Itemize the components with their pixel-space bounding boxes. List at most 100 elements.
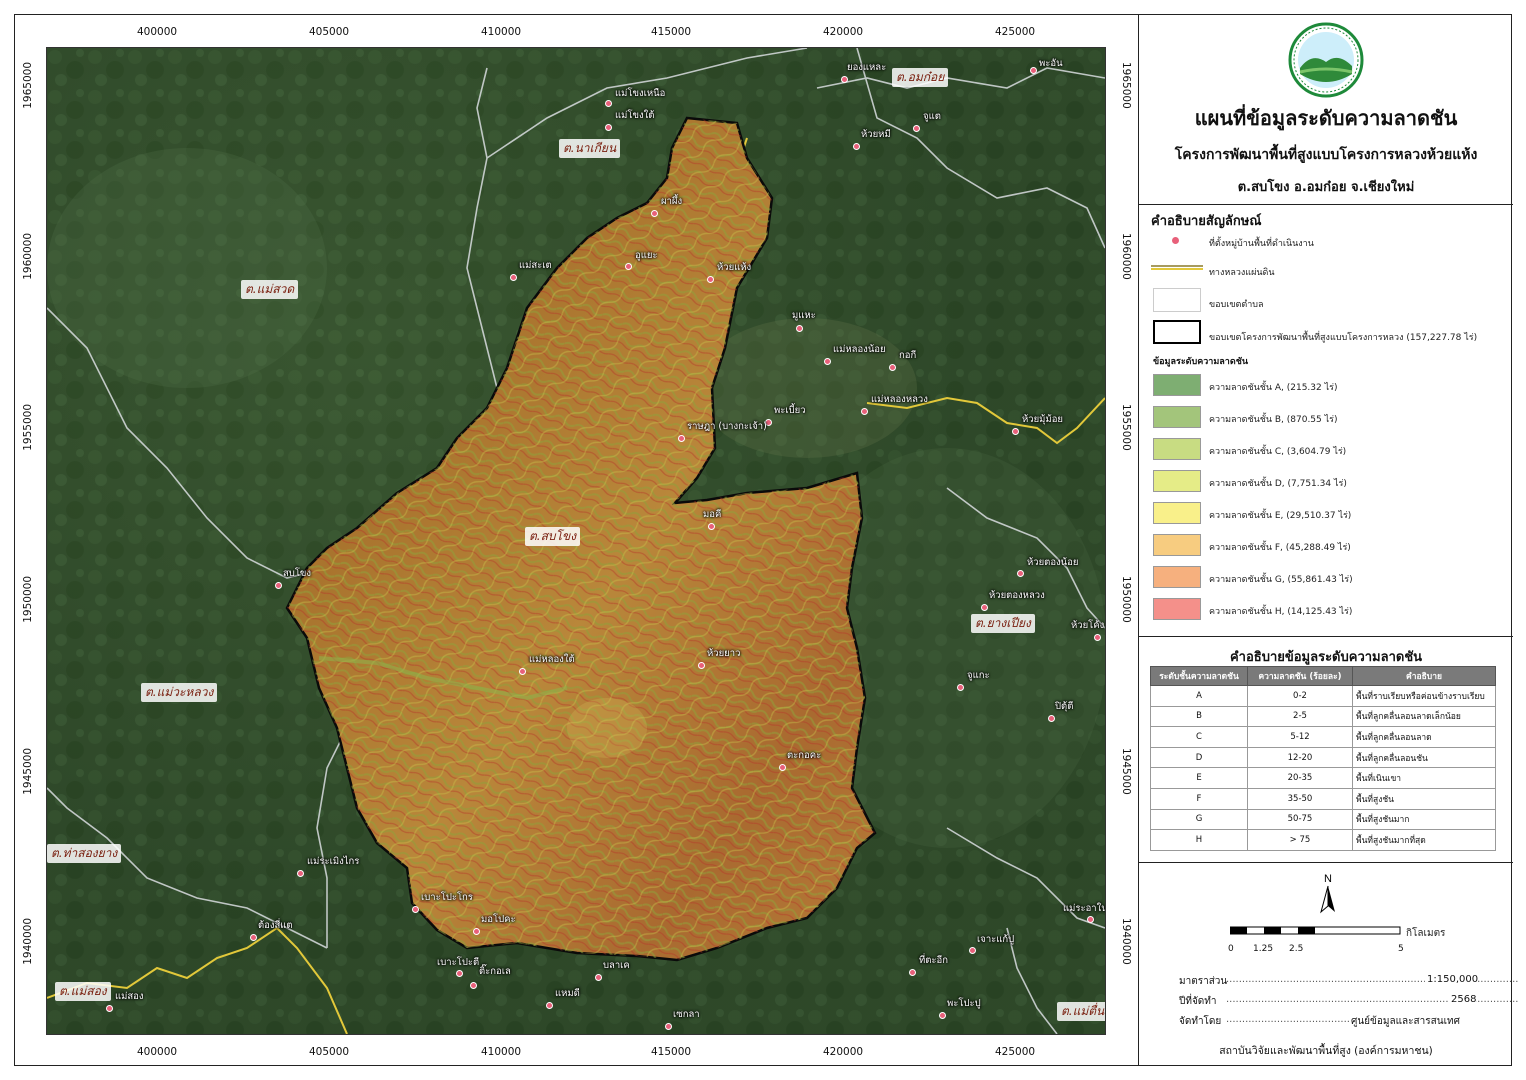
village-marker-icon[interactable] (939, 1012, 946, 1019)
village-marker-icon[interactable] (665, 1023, 672, 1030)
village-marker-icon[interactable] (651, 210, 658, 217)
village-marker-icon[interactable] (1094, 634, 1101, 641)
village-label: ห้วยยาว (707, 648, 741, 659)
x-coord-top: 405000 (309, 26, 350, 38)
slope-class-label: ความลาดชันชั้น B, (870.55 ไร่) (1209, 415, 1338, 425)
village-marker-icon[interactable] (546, 1002, 553, 1009)
village-marker-icon[interactable] (861, 408, 868, 415)
village-marker-icon[interactable] (106, 1005, 113, 1012)
village-marker-icon[interactable] (1030, 67, 1037, 74)
village-marker-icon[interactable] (957, 684, 964, 691)
slope-class-swatch (1153, 598, 1201, 620)
table-header: คำอธิบาย (1352, 666, 1496, 686)
village-label: แม่สอง (115, 991, 144, 1002)
table-row: F 35-50 พื้นที่สูงชัน (1150, 787, 1496, 810)
village-marker-icon[interactable] (1012, 428, 1019, 435)
village-label: ห้วยมุ้ม้อย (1022, 414, 1063, 425)
scalebar-unit: กิโลเมตร (1406, 928, 1446, 939)
divider (1139, 636, 1513, 637)
village-label: ราษฎา (บางกะเจ้า) (687, 421, 767, 432)
year-label: ปีที่จัดทำ (1179, 996, 1217, 1007)
village-marker-icon[interactable] (473, 928, 480, 935)
village-label: กอกี (899, 350, 917, 361)
slope-class-label: ความลาดชันชั้น A, (215.32 ไร่) (1209, 383, 1338, 393)
side-panel: แผนที่ข้อมูลระดับความลาดชัน โครงการพัฒนา… (1138, 14, 1518, 1066)
village-marker-icon[interactable] (1048, 715, 1055, 722)
village-marker-icon[interactable] (1087, 916, 1094, 923)
village-marker-icon[interactable] (519, 668, 526, 675)
table-header: ระดับชั้นความลาดชัน (1150, 666, 1248, 686)
year-value: 2568 (1449, 994, 1477, 1005)
village-marker-icon[interactable] (708, 523, 715, 530)
subdistrict-label: ต.สบโขง (525, 527, 581, 546)
slope-class-swatch (1153, 374, 1201, 396)
table-cell: 2-5 (1247, 705, 1353, 728)
village-marker-icon[interactable] (796, 325, 803, 332)
village-marker-icon[interactable] (779, 764, 786, 771)
scalebar-label: 0 (1228, 944, 1234, 954)
table-row: G 50-75 พื้นที่สูงชันมาก (1150, 808, 1496, 831)
table-cell: A (1150, 685, 1248, 707)
table-cell: พื้นที่เนินเขา (1352, 767, 1496, 789)
village-marker-icon[interactable] (250, 934, 257, 941)
village-label: พะโปะปู (947, 998, 981, 1009)
village-marker-icon[interactable] (889, 364, 896, 371)
village-label: อูแยะ (635, 250, 658, 261)
village-marker-icon[interactable] (605, 100, 612, 107)
village-marker-icon[interactable] (470, 982, 477, 989)
by-label: จัดทำโดย (1179, 1016, 1222, 1027)
table-cell: 50-75 (1247, 808, 1353, 831)
village-marker-icon[interactable] (824, 358, 831, 365)
x-coord-bottom: 410000 (481, 1046, 522, 1058)
map-canvas[interactable]: ต.นาเกียน ต.อมก๋อย ต.แม่สวด ต.สบโขง ต.แม… (46, 47, 1106, 1035)
table-cell: พื้นที่ลูกคลื่นลอนลาด (1352, 726, 1496, 748)
village-marker-icon[interactable] (707, 276, 714, 283)
village-marker-icon[interactable] (969, 947, 976, 954)
village-marker-icon[interactable] (412, 906, 419, 913)
village-label: แม่หลองหลวง (871, 394, 928, 405)
village-marker-icon[interactable] (678, 435, 685, 442)
y-coord-right: 1950000 (1120, 576, 1132, 623)
table-cell: 0-2 (1247, 685, 1353, 707)
y-coord-left: 1965000 (22, 62, 34, 109)
village-marker-icon[interactable] (841, 76, 848, 83)
table-row: B 2-5 พื้นที่ลูกคลื่นลอนลาดเล็กน้อย (1150, 705, 1496, 728)
table-cell: F (1150, 787, 1248, 810)
village-marker-icon[interactable] (981, 604, 988, 611)
subdistrict-label: ต.แม่ตื่น (1057, 1002, 1105, 1021)
village-label: แม่โขงใต้ (615, 110, 655, 121)
subdistrict-symbol-icon (1153, 288, 1201, 312)
village-marker-icon[interactable] (275, 582, 282, 589)
table-row: A 0-2 พื้นที่ราบเรียบหรือค่อนข้างราบเรียบ (1150, 685, 1496, 707)
village-marker-icon[interactable] (909, 969, 916, 976)
subdistrict-label: ต.แม่สวด (241, 280, 299, 299)
y-coord-left: 1955000 (22, 404, 34, 451)
village-marker-icon[interactable] (605, 124, 612, 131)
legend-highway: ทางหลวงแผ่นดิน (1209, 268, 1275, 278)
village-label: เซกลา (673, 1009, 700, 1020)
legend-project: ขอบเขตโครงการพัฒนาพื้นที่สูงแบบโครงการหล… (1209, 333, 1478, 343)
table-cell: H (1150, 829, 1248, 851)
village-marker-icon[interactable] (853, 143, 860, 150)
slope-class-label: ความลาดชันชั้น D, (7,751.34 ไร่) (1209, 479, 1347, 489)
legend-village: ที่ตั้งหมู่บ้านพื้นที่ดำเนินงาน (1209, 239, 1314, 249)
table-cell: พื้นที่ลูกคลื่นลอนลาดเล็กน้อย (1352, 705, 1496, 728)
table-cell: พื้นที่ลูกคลื่นลอนชัน (1352, 746, 1496, 769)
village-marker-icon[interactable] (595, 974, 602, 981)
village-marker-icon[interactable] (913, 125, 920, 132)
subdistrict-label: ต.นาเกียน (559, 139, 621, 158)
slope-class-swatch (1153, 502, 1201, 524)
scalebar (1230, 926, 1401, 935)
village-marker-icon[interactable] (297, 870, 304, 877)
village-marker-icon[interactable] (625, 263, 632, 270)
village-marker-icon[interactable] (1017, 570, 1024, 577)
village-label: ต้องสี่แต (258, 920, 293, 931)
village-marker-icon[interactable] (456, 970, 463, 977)
location-text: ต.สบโขง อ.อมก๋อย จ.เชียงใหม่ (1237, 180, 1415, 195)
table-cell: 12-20 (1247, 746, 1353, 769)
village-label: จูแต (923, 111, 941, 122)
village-marker-icon[interactable] (510, 274, 517, 281)
village-marker-icon[interactable] (698, 662, 705, 669)
village-label: แม่หลองน้อย (833, 344, 886, 355)
village-label: พะอัน (1039, 58, 1063, 69)
